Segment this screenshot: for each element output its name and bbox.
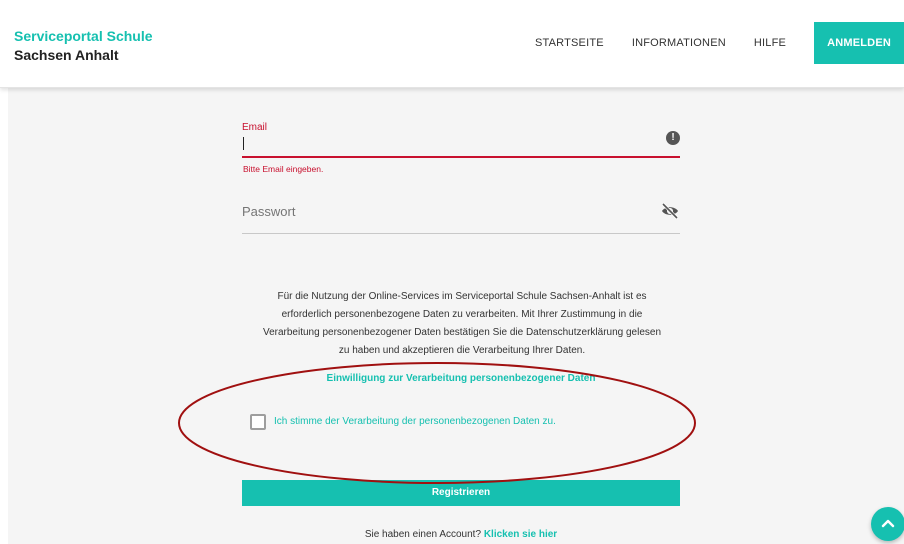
register-button[interactable]: Registrieren (242, 480, 680, 506)
chevron-up-icon (881, 519, 895, 528)
brand-title: Serviceportal Schule (14, 28, 153, 44)
scroll-to-top-button[interactable] (871, 507, 904, 541)
eye-off-icon[interactable] (660, 203, 680, 219)
nav-item-hilfe[interactable]: HILFE (754, 37, 786, 49)
privacy-info-line: zu haben und akzeptieren die Verarbeitun… (338, 345, 586, 356)
account-prompt: Sie haben einen Account? Klicken sie hie… (242, 529, 680, 540)
account-prompt-text: Sie haben einen Account? (364, 529, 482, 540)
email-field[interactable]: Email ! (242, 122, 680, 158)
password-placeholder: Passwort (242, 204, 296, 219)
login-link[interactable]: Klicken sie hier (484, 529, 557, 540)
main-nav: STARTSEITE INFORMATIONEN HILFE ANMELDEN (535, 22, 904, 64)
consent-heading-link[interactable]: Einwilligung zur Verarbeitung personenbe… (242, 373, 680, 384)
privacy-info-line: Für die Nutzung der Online-Services im S… (277, 291, 647, 302)
site-header: Serviceportal Schule Sachsen Anhalt STAR… (0, 0, 904, 88)
alert-icon: ! (666, 131, 680, 145)
password-field[interactable]: Passwort (242, 198, 680, 234)
email-error-message: Bitte Email eingeben. (243, 164, 324, 174)
nav-item-anmelden[interactable]: ANMELDEN (814, 22, 904, 64)
text-caret (243, 137, 244, 150)
nav-item-startseite[interactable]: STARTSEITE (535, 37, 604, 49)
consent-checkbox[interactable] (250, 414, 266, 430)
nav-item-informationen[interactable]: INFORMATIONEN (632, 37, 726, 49)
privacy-info-line: Verarbeitung personenbezogener Daten bes… (262, 327, 662, 338)
privacy-info-text: Für die Nutzung der Online-Services im S… (232, 288, 692, 360)
privacy-info-line: erforderlich personenbezogene Daten zu v… (281, 309, 643, 320)
brand-subtitle: Sachsen Anhalt (14, 47, 119, 63)
brand[interactable]: Serviceportal Schule Sachsen Anhalt (14, 27, 153, 65)
consent-checkbox-label[interactable]: Ich stimme der Verarbeitung der personen… (274, 416, 556, 427)
email-label: Email (242, 122, 268, 133)
